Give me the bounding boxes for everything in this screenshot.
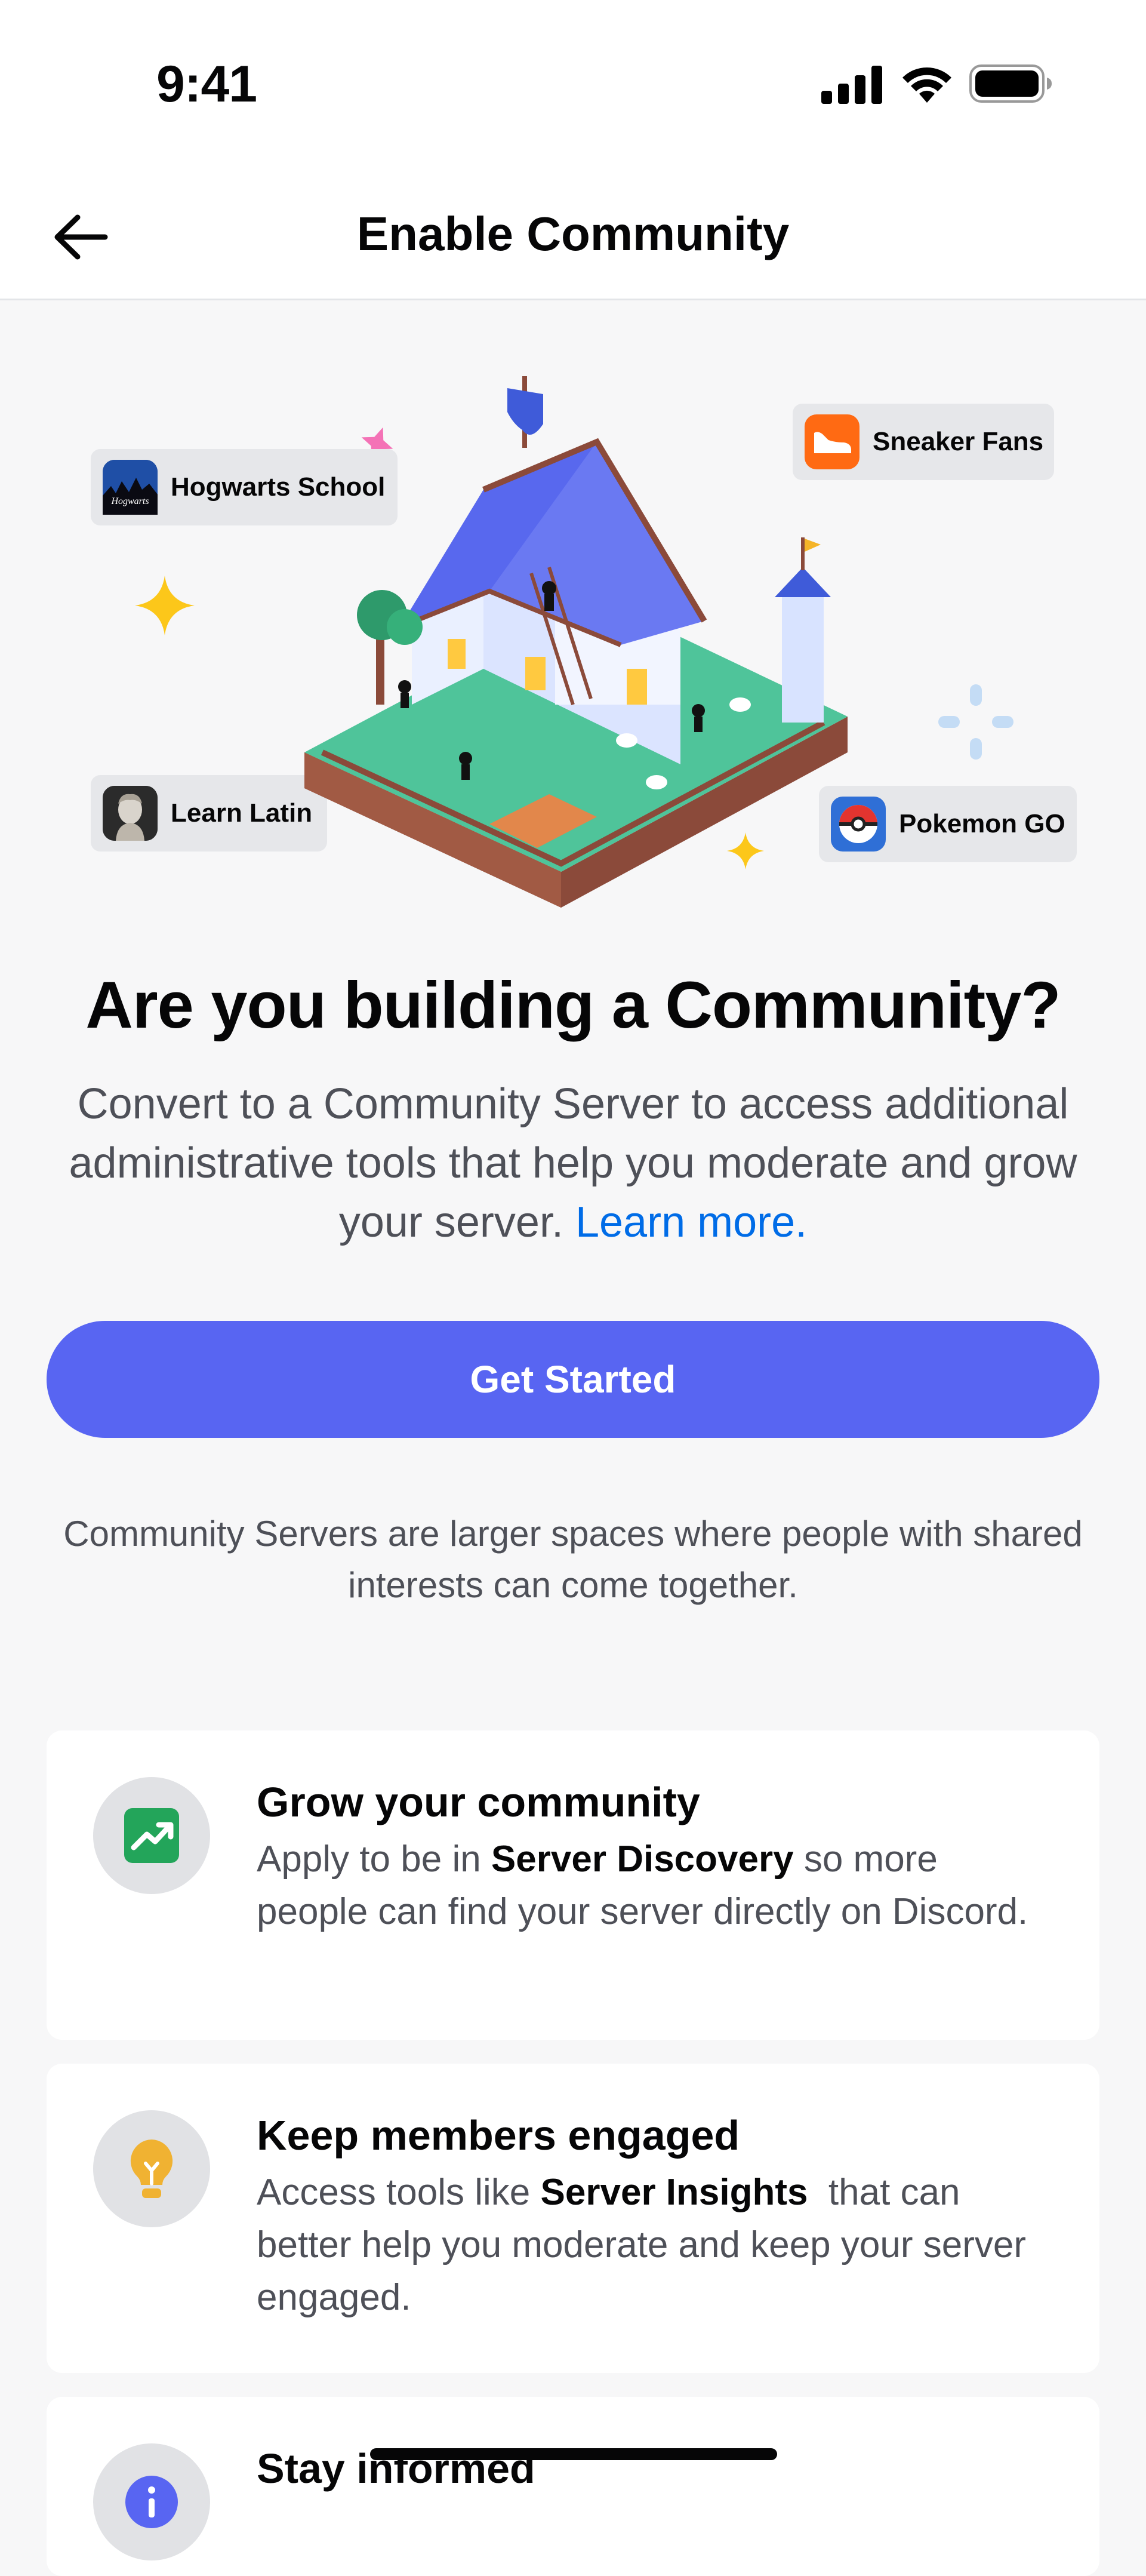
community-house-illustration xyxy=(304,376,848,908)
status-time: 9:41 xyxy=(156,56,257,113)
main-heading: Are you building a Community? xyxy=(85,969,1061,1042)
learn-more-link[interactable]: Learn more. xyxy=(575,1198,807,1246)
hero-section: Hogwarts Hogwarts School Sneaker Fans Le… xyxy=(0,299,1146,932)
info-icon xyxy=(125,2476,178,2528)
page-title: Enable Community xyxy=(356,207,790,260)
feature-icon-container xyxy=(93,1777,210,1894)
feature-description: Apply to be in Server Discovery so more … xyxy=(257,1833,1033,1938)
lightbulb-icon xyxy=(130,2140,173,2198)
hogwarts-icon: Hogwarts xyxy=(103,460,158,515)
wifi-icon xyxy=(902,67,951,103)
server-name: Sneaker Fans xyxy=(873,427,1044,456)
server-name: Pokemon GO xyxy=(899,809,1065,838)
get-started-button[interactable]: Get Started xyxy=(47,1321,1099,1438)
feature-icon-container xyxy=(93,2443,210,2560)
feature-title: Keep members engaged xyxy=(257,2112,740,2159)
status-bar: 9:41 xyxy=(0,0,1146,149)
feature-description-text: Access tools like xyxy=(257,2172,541,2213)
battery-icon xyxy=(969,64,1052,103)
blue-dots-icon xyxy=(938,684,1013,760)
trending-up-icon xyxy=(124,1808,179,1863)
yellow-star-icon xyxy=(135,576,195,635)
feature-card-engage: Keep members engaged Access tools like S… xyxy=(47,2064,1099,2373)
feature-card-grow: Grow your community Apply to be in Serve… xyxy=(47,1730,1099,2040)
feature-description-text: Apply to be in xyxy=(257,1839,491,1880)
hogwarts-icon-text: Hogwarts xyxy=(110,496,149,506)
home-indicator xyxy=(370,2448,777,2460)
feature-description: Access tools like Server Insights that c… xyxy=(257,2166,1033,2324)
feature-icon-container xyxy=(93,2110,210,2227)
signal-icon xyxy=(821,66,882,104)
description-text: Convert to a Community Server to access … xyxy=(69,1080,1077,1246)
header: Enable Community xyxy=(0,149,1146,300)
feature-card-informed: Stay informed xyxy=(47,2397,1099,2576)
feature-highlight: Server Discovery xyxy=(491,1839,794,1880)
feature-title: Grow your community xyxy=(257,1779,700,1825)
description: Convert to a Community Server to access … xyxy=(36,1075,1110,1252)
statue-icon xyxy=(103,786,158,841)
feature-highlight: Server Insights xyxy=(540,2172,808,2213)
info-text: Community Servers are larger spaces wher… xyxy=(63,1514,1083,1605)
